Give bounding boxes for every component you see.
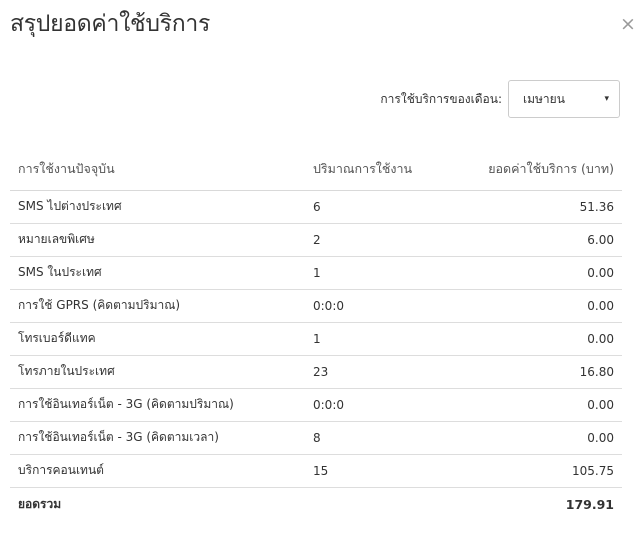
row-amount: 6.00 xyxy=(465,223,622,257)
caret-down-icon: ▾ xyxy=(604,94,609,104)
table-row: การใช้ GPRS (คิดตามปริมาณ) 0:0:0 0.00 xyxy=(10,289,622,323)
row-amount: 0.00 xyxy=(465,256,622,290)
row-service: SMS ในประเทศ xyxy=(10,256,305,290)
row-service: การใช้อินเทอร์เน็ต - 3G (คิดตามปริมาณ) xyxy=(10,388,305,422)
header-quantity: ปริมาณการใช้งาน xyxy=(305,148,465,191)
month-filter-label: การใช้บริการของเดือน: xyxy=(380,91,502,106)
total-quantity xyxy=(305,487,465,521)
header-amount: ยอดค่าใช้บริการ (บาท) xyxy=(465,148,622,191)
row-amount: 0.00 xyxy=(465,388,622,422)
row-quantity: 23 xyxy=(305,355,465,389)
row-amount: 105.75 xyxy=(465,454,622,488)
row-amount: 51.36 xyxy=(465,190,622,224)
total-amount: 179.91 xyxy=(565,496,614,512)
table-row: การใช้อินเทอร์เน็ต - 3G (คิดตามปริมาณ) 0… xyxy=(10,388,622,422)
total-row: ยอดรวม 179.91 xyxy=(10,487,622,521)
row-quantity: 6 xyxy=(305,190,465,224)
row-service: SMS ไปต่างประเทศ xyxy=(10,190,305,224)
month-filter: การใช้บริการของเดือน: เมษายน ▾ xyxy=(380,80,620,118)
table-header-row: การใช้งานปัจจุบัน ปริมาณการใช้งาน ยอดค่า… xyxy=(10,148,622,191)
row-quantity: 0:0:0 xyxy=(305,388,465,422)
row-amount: 0.00 xyxy=(465,421,622,455)
row-quantity: 8 xyxy=(305,421,465,455)
table-row: SMS ไปต่างประเทศ 6 51.36 xyxy=(10,190,622,224)
table-row: การใช้อินเทอร์เน็ต - 3G (คิดตามเวลา) 8 0… xyxy=(10,421,622,455)
row-quantity: 0:0:0 xyxy=(305,289,465,323)
row-service: การใช้อินเทอร์เน็ต - 3G (คิดตามเวลา) xyxy=(10,421,305,455)
row-amount: 16.80 xyxy=(465,355,622,389)
month-select[interactable]: เมษายน ▾ xyxy=(508,80,620,118)
row-quantity: 15 xyxy=(305,454,465,488)
close-icon[interactable]: × xyxy=(620,12,636,36)
row-amount: 0.00 xyxy=(465,289,622,323)
dialog-title: สรุปยอดค่าใช้บริการ xyxy=(10,11,211,37)
total-label: ยอดรวม xyxy=(18,496,62,511)
table-row: หมายเลขพิเศษ 2 6.00 xyxy=(10,223,622,257)
row-service: บริการคอนเทนต์ xyxy=(10,454,305,488)
usage-table: การใช้งานปัจจุบัน ปริมาณการใช้งาน ยอดค่า… xyxy=(10,148,622,521)
row-service: โทรเบอร์ดีแทค xyxy=(10,322,305,356)
table-row: โทรภายในประเทศ 23 16.80 xyxy=(10,355,622,389)
table-row: SMS ในประเทศ 1 0.00 xyxy=(10,256,622,290)
table-row: บริการคอนเทนต์ 15 105.75 xyxy=(10,454,622,488)
row-quantity: 1 xyxy=(305,322,465,356)
row-quantity: 1 xyxy=(305,256,465,290)
row-quantity: 2 xyxy=(305,223,465,257)
month-select-value: เมษายน xyxy=(523,91,565,106)
row-service: การใช้ GPRS (คิดตามปริมาณ) xyxy=(10,289,305,323)
row-service: หมายเลขพิเศษ xyxy=(10,223,305,257)
table-row: โทรเบอร์ดีแทค 1 0.00 xyxy=(10,322,622,356)
header-service: การใช้งานปัจจุบัน xyxy=(10,148,305,191)
row-service: โทรภายในประเทศ xyxy=(10,355,305,389)
row-amount: 0.00 xyxy=(465,322,622,356)
